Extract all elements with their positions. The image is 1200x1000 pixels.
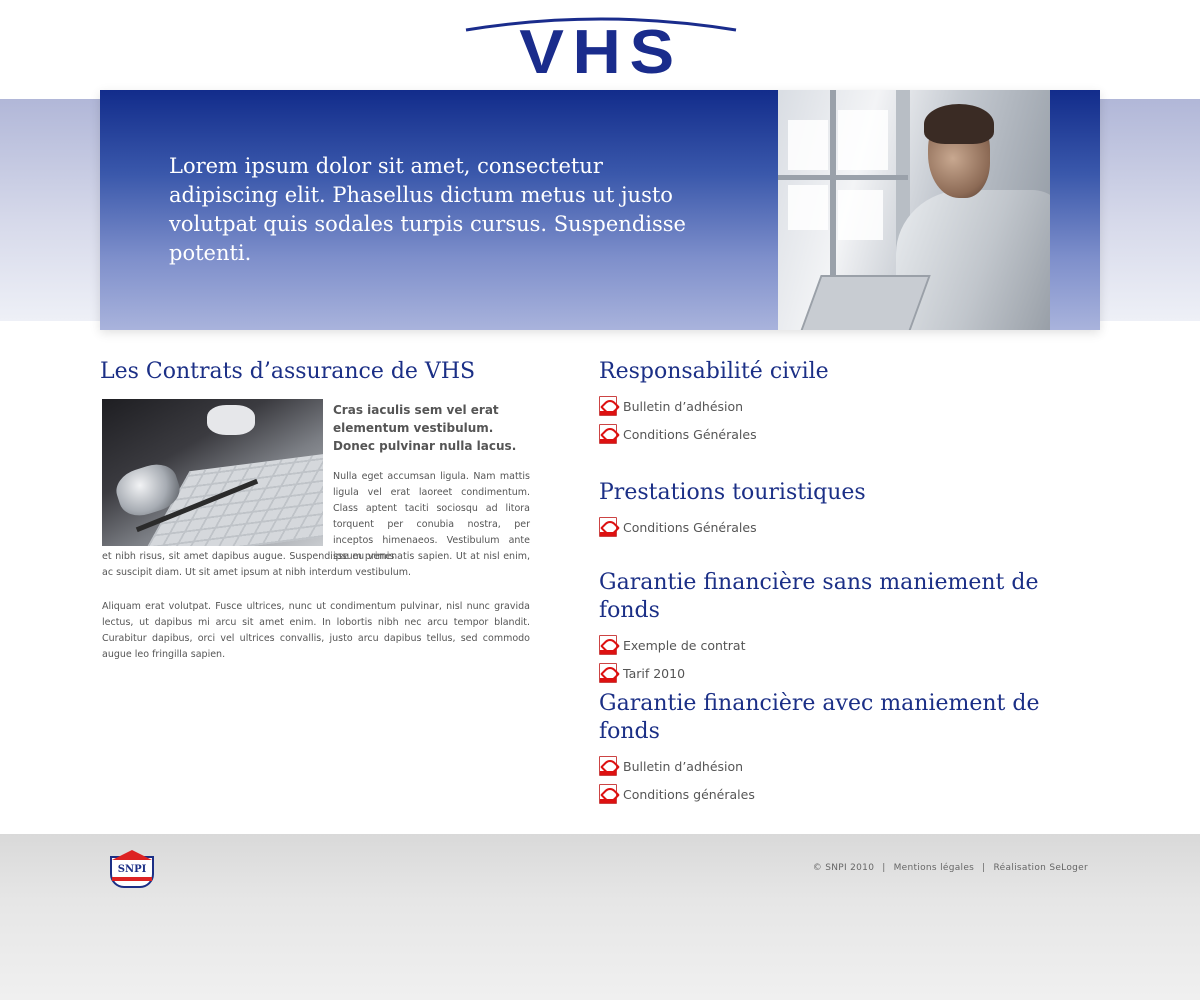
section-prestations-touristiques: Prestations touristiques Conditions Géné… bbox=[599, 479, 1099, 541]
doc-label: Bulletin d’adhésion bbox=[623, 398, 744, 414]
doc-label: Tarif 2010 bbox=[623, 665, 686, 681]
copyright-text: © SNPI 2010 bbox=[812, 863, 875, 873]
footer: SNPI © SNPI 2010 | Mentions légales | Réalis… bbox=[0, 834, 1200, 1000]
vhs-logo[interactable]: VHS bbox=[462, 12, 740, 84]
pdf-icon bbox=[599, 517, 617, 537]
doc-label: Conditions Générales bbox=[623, 519, 757, 535]
section-title: Prestations touristiques bbox=[599, 480, 866, 505]
section-garantie-avec-maniement: Garantie financière avec maniement de fo… bbox=[599, 690, 1099, 808]
pdf-link-conditions-generales[interactable]: Conditions générales bbox=[599, 780, 1099, 808]
pdf-icon bbox=[599, 756, 617, 776]
section-title: Responsabilité civile bbox=[599, 359, 829, 384]
snpi-logo[interactable]: SNPI bbox=[110, 850, 155, 888]
separator: | bbox=[882, 863, 886, 873]
pdf-link-conditions-generales[interactable]: Conditions Générales bbox=[599, 513, 1099, 541]
doc-label: Exemple de contrat bbox=[623, 637, 746, 653]
contracts-title: Les Contrats d’assurance de VHS bbox=[100, 359, 476, 384]
doc-label: Conditions générales bbox=[623, 786, 755, 802]
separator: | bbox=[982, 863, 986, 873]
footer-links: © SNPI 2010 | Mentions légales | Réalisation… bbox=[813, 863, 1088, 873]
contracts-column: Les Contrats d’assurance de VHS Cras iac… bbox=[100, 358, 530, 660]
pdf-icon bbox=[599, 663, 617, 683]
section-garantie-sans-maniement: Garantie financière sans maniement de fo… bbox=[599, 569, 1099, 687]
hero-text: Lorem ipsum dolor sit amet, consectetur … bbox=[169, 154, 686, 265]
contracts-body-1-cont: et nibh risus, sit amet dapibus augue. S… bbox=[102, 551, 530, 578]
contracts-body-2: Aliquam erat volutpat. Fusce ultrices, n… bbox=[102, 601, 530, 660]
laptop-phone-photo bbox=[102, 399, 323, 546]
pdf-link-bulletin-adhesion[interactable]: Bulletin d’adhésion bbox=[599, 392, 1099, 420]
contracts-intro: Cras iaculis sem vel erat elementum vest… bbox=[333, 403, 517, 453]
doc-label: Conditions Générales bbox=[623, 426, 757, 442]
legal-link[interactable]: Mentions légales bbox=[894, 863, 975, 873]
pdf-link-tarif-2010[interactable]: Tarif 2010 bbox=[599, 659, 1099, 687]
section-title: Garantie financière sans maniement de fo… bbox=[599, 570, 1039, 623]
doc-label: Bulletin d’adhésion bbox=[623, 758, 744, 774]
pdf-link-conditions-generales[interactable]: Conditions Générales bbox=[599, 420, 1099, 448]
pdf-icon bbox=[599, 635, 617, 655]
pdf-icon bbox=[599, 424, 617, 444]
pdf-icon bbox=[599, 784, 617, 804]
pdf-link-bulletin-adhesion[interactable]: Bulletin d’adhésion bbox=[599, 752, 1099, 780]
pdf-icon bbox=[599, 396, 617, 416]
credit-link[interactable]: Réalisation SeLoger bbox=[994, 863, 1088, 873]
hero-banner: Lorem ipsum dolor sit amet, consectetur … bbox=[100, 90, 1100, 330]
section-title: Garantie financière avec maniement de fo… bbox=[599, 691, 1040, 744]
pdf-link-exemple-contrat[interactable]: Exemple de contrat bbox=[599, 631, 1099, 659]
hero-photo-man-with-laptop bbox=[778, 90, 1050, 330]
logo-text: VHS bbox=[519, 18, 683, 87]
section-responsabilite-civile: Responsabilité civile Bulletin d’adhésio… bbox=[599, 358, 1099, 448]
